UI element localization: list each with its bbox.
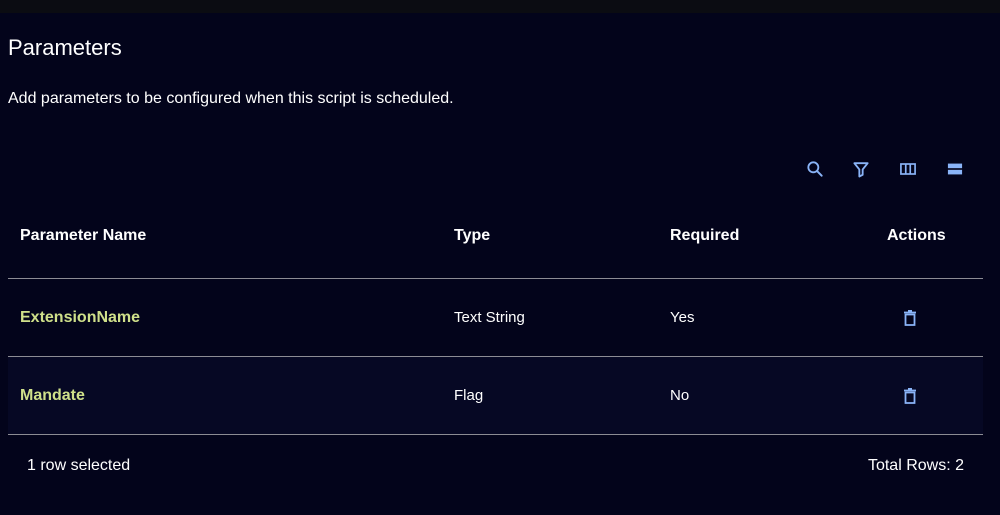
total-rows-count: Total Rows: 2 xyxy=(867,457,964,474)
section-description: Add parameters to be configured when thi… xyxy=(8,90,454,107)
density-button[interactable] xyxy=(942,156,968,182)
filter-button[interactable] xyxy=(848,156,874,182)
top-bar xyxy=(0,0,1000,13)
columns-button[interactable] xyxy=(895,156,921,182)
header-required[interactable]: Required xyxy=(670,200,739,272)
table-footer: 1 row selected Total Rows: 2 xyxy=(8,436,983,496)
selected-rows-count: 1 row selected xyxy=(27,457,131,474)
header-type[interactable]: Type xyxy=(454,200,490,272)
delete-button[interactable] xyxy=(898,384,922,408)
table-row[interactable]: ExtensionName Text String Yes xyxy=(8,279,983,357)
parameter-type: Text String xyxy=(454,309,525,326)
header-parameter-name[interactable]: Parameter Name xyxy=(20,200,146,272)
table-toolbar xyxy=(790,156,980,182)
filter-icon xyxy=(853,162,869,178)
parameter-required: Yes xyxy=(670,309,695,326)
header-actions: Actions xyxy=(887,227,946,244)
trash-icon xyxy=(904,309,916,326)
parameter-name-link[interactable]: ExtensionName xyxy=(20,309,140,327)
search-button[interactable] xyxy=(802,156,828,182)
page-title: Parameters xyxy=(8,35,122,60)
parameter-type: Flag xyxy=(454,387,484,404)
parameter-name-link[interactable]: Mandate xyxy=(20,387,85,405)
trash-icon xyxy=(904,387,916,404)
delete-button[interactable] xyxy=(898,306,922,330)
parameters-table: Parameter Name Type Required Actions Ext… xyxy=(8,200,983,435)
density-icon xyxy=(947,163,963,175)
search-icon xyxy=(807,161,823,177)
table-row[interactable]: Mandate Flag No xyxy=(8,357,983,435)
table-header-row: Parameter Name Type Required Actions xyxy=(8,200,983,279)
parameter-required: No xyxy=(670,387,690,404)
columns-icon xyxy=(900,163,916,175)
